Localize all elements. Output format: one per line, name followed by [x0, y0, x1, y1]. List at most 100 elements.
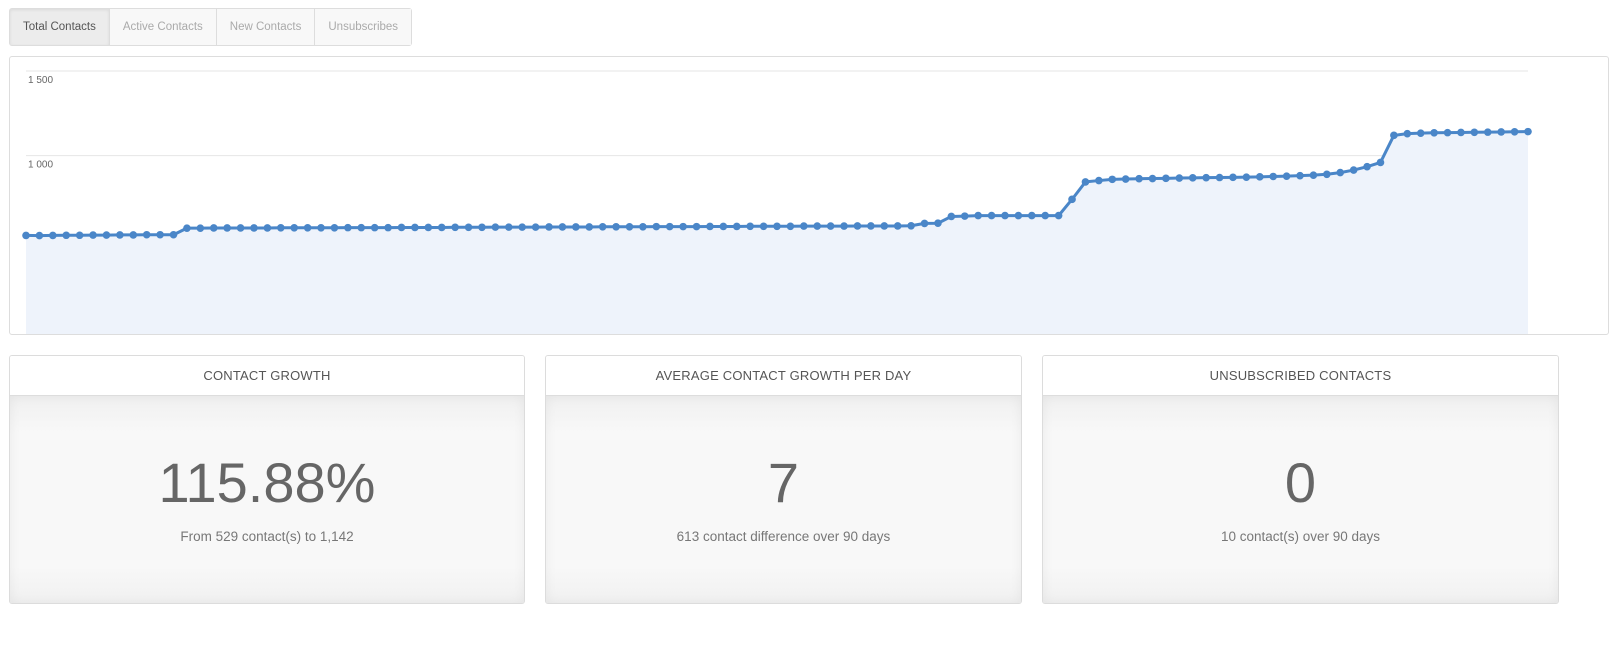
data-point — [1014, 211, 1023, 220]
tab-new-contacts[interactable]: New Contacts — [216, 9, 316, 45]
data-point — [893, 222, 902, 230]
data-point — [1229, 173, 1237, 182]
data-point — [1336, 168, 1345, 177]
data-point — [1001, 211, 1009, 220]
contacts-line-chart: 1 5001 000500 — [22, 70, 1532, 334]
data-point — [290, 224, 299, 232]
contact-growth-card: CONTACT GROWTH 115.88% From 529 contact(… — [9, 355, 525, 604]
data-point — [504, 223, 513, 231]
data-point — [209, 224, 218, 232]
data-point — [572, 223, 580, 231]
data-point — [75, 231, 84, 240]
data-point — [1175, 174, 1184, 182]
data-point — [880, 222, 889, 230]
data-point — [1403, 129, 1412, 138]
data-point — [773, 222, 781, 231]
tab-unsubscribes[interactable]: Unsubscribes — [315, 9, 412, 45]
card-body: 115.88% From 529 contact(s) to 1,142 — [10, 396, 524, 603]
data-point — [1108, 175, 1117, 184]
data-point — [1443, 128, 1452, 137]
data-point — [330, 224, 339, 232]
data-point — [89, 231, 97, 239]
data-point — [1068, 195, 1076, 204]
chart-tabs: Total Contacts Active Contacts New Conta… — [9, 8, 413, 46]
data-point — [1282, 172, 1291, 180]
card-body: 7 613 contact difference over 90 days — [546, 396, 1021, 603]
data-point — [706, 222, 714, 231]
data-point — [491, 223, 500, 231]
data-point — [1269, 172, 1277, 181]
card-title: AVERAGE CONTACT GROWTH PER DAY — [546, 356, 1021, 396]
data-point — [156, 230, 164, 239]
data-point — [397, 223, 406, 232]
data-point — [545, 223, 553, 231]
data-point — [1188, 174, 1197, 182]
data-point — [692, 222, 701, 231]
data-point — [464, 223, 473, 232]
data-point — [411, 223, 419, 232]
data-point — [531, 223, 540, 231]
data-point — [1255, 173, 1264, 181]
data-point — [558, 223, 567, 231]
data-point — [1363, 162, 1371, 171]
card-value: 0 — [1284, 451, 1317, 514]
data-point — [1323, 170, 1331, 179]
data-point — [1028, 211, 1036, 220]
data-point — [1148, 174, 1157, 183]
series-area — [26, 131, 1528, 334]
tab-active-contacts[interactable]: Active Contacts — [109, 9, 217, 45]
data-point — [639, 222, 647, 231]
data-point — [223, 224, 231, 232]
data-point — [585, 223, 594, 231]
data-point — [987, 211, 996, 220]
data-point — [129, 231, 138, 239]
data-point — [1483, 128, 1492, 136]
data-point — [746, 222, 754, 231]
data-point — [1416, 129, 1425, 137]
data-point — [1215, 173, 1224, 182]
y-tick-label: 1 000 — [28, 160, 53, 171]
data-point — [800, 222, 808, 230]
data-point — [813, 222, 822, 230]
data-point — [974, 211, 982, 220]
data-point — [1510, 127, 1519, 136]
data-point — [1524, 127, 1532, 136]
data-point — [786, 222, 795, 231]
data-point — [1309, 171, 1318, 179]
data-point — [344, 223, 352, 232]
data-point — [1470, 128, 1479, 137]
data-point — [49, 231, 57, 240]
tab-total-contacts[interactable]: Total Contacts — [10, 9, 110, 45]
card-title: CONTACT GROWTH — [10, 356, 524, 396]
data-point — [183, 224, 191, 232]
data-point — [1457, 128, 1465, 137]
data-point — [142, 230, 151, 239]
data-point — [277, 224, 285, 232]
data-point — [1081, 178, 1090, 186]
data-point — [1349, 166, 1358, 174]
data-point — [612, 222, 620, 231]
contacts-chart: 1 5001 000500 — [9, 56, 1609, 335]
data-point — [1202, 173, 1210, 182]
data-point — [116, 231, 124, 239]
unsubscribed-card: UNSUBSCRIBED CONTACTS 0 10 contact(s) ov… — [1042, 355, 1559, 604]
data-point — [35, 231, 44, 240]
data-point — [1376, 158, 1385, 167]
card-subtitle: From 529 contact(s) to 1,142 — [180, 529, 354, 544]
data-point — [732, 222, 741, 231]
data-point — [303, 224, 312, 232]
data-point — [196, 224, 205, 232]
data-point — [370, 223, 379, 232]
data-point — [625, 222, 634, 231]
data-point — [1390, 131, 1398, 140]
data-point — [840, 222, 848, 230]
data-point — [451, 223, 459, 232]
data-point — [424, 223, 433, 232]
data-point — [665, 222, 674, 231]
data-point — [250, 224, 258, 232]
card-value: 115.88% — [158, 451, 376, 514]
data-point — [518, 223, 526, 231]
data-point — [169, 230, 178, 239]
data-point — [598, 222, 607, 231]
data-point — [679, 222, 687, 231]
